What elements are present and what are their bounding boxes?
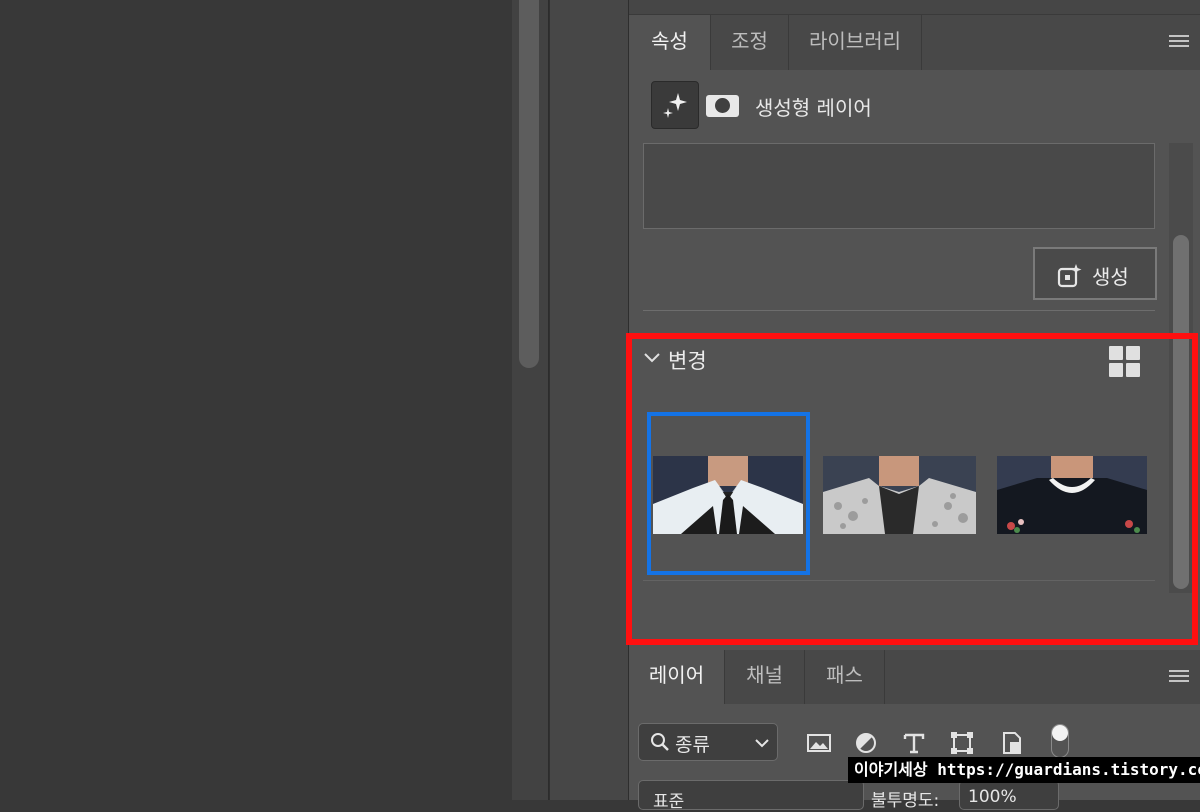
- generative-layer-title: 생성형 레이어: [755, 96, 872, 120]
- search-icon: [651, 733, 669, 751]
- properties-panel: 속성 조정 라이브러리 생성형 레이어 생성 변경 레이어 채널 패스 종류 표…: [626, 0, 1200, 812]
- tab-adjustments[interactable]: 조정: [711, 15, 789, 70]
- divider: [643, 310, 1155, 311]
- tab-paths[interactable]: 패스: [805, 650, 885, 704]
- variations-highlight-frame: [626, 333, 1198, 645]
- image-icon[interactable]: [806, 730, 832, 756]
- layer-mask-icon: [706, 95, 739, 117]
- hamburger-menu-icon[interactable]: [1169, 670, 1189, 686]
- chevron-down-icon: [755, 739, 769, 748]
- prompt-input[interactable]: [643, 143, 1155, 229]
- layer-filter-value: 종류: [675, 734, 710, 756]
- panel-header-strip: [629, 0, 1200, 15]
- panel-dock-gap: [549, 0, 628, 800]
- filter-toggle[interactable]: [1051, 724, 1069, 758]
- generate-button[interactable]: 생성: [1033, 247, 1157, 300]
- type-icon[interactable]: [901, 730, 927, 756]
- layers-tabbar: 레이어 채널 패스: [629, 650, 1200, 704]
- tab-layers[interactable]: 레이어: [629, 650, 725, 704]
- opacity-label: 불투명도:: [871, 791, 940, 811]
- blend-mode-select[interactable]: 표준: [638, 780, 864, 812]
- watermark: 이야기세상 https://guardians.tistory.com: [848, 757, 1200, 783]
- tab-channels[interactable]: 채널: [725, 650, 805, 704]
- opacity-field[interactable]: 100%: [959, 780, 1059, 810]
- tab-libraries[interactable]: 라이브러리: [789, 15, 922, 70]
- canvas-area: [0, 0, 512, 800]
- generate-button-label: 생성: [1092, 265, 1129, 289]
- opacity-value: 100%: [968, 787, 1017, 807]
- layer-filter-select[interactable]: 종류: [638, 723, 778, 761]
- tab-properties[interactable]: 속성: [629, 15, 711, 70]
- generate-sparkle-icon: [1057, 264, 1082, 288]
- canvas-scrollbar[interactable]: [519, 0, 539, 368]
- hamburger-menu-icon[interactable]: [1169, 35, 1189, 51]
- adjustment-icon[interactable]: [853, 730, 879, 756]
- smart-object-icon[interactable]: [999, 730, 1025, 756]
- shape-icon[interactable]: [949, 730, 975, 756]
- sparkle-icon[interactable]: [651, 81, 699, 129]
- properties-tabbar: 속성 조정 라이브러리: [629, 15, 1200, 70]
